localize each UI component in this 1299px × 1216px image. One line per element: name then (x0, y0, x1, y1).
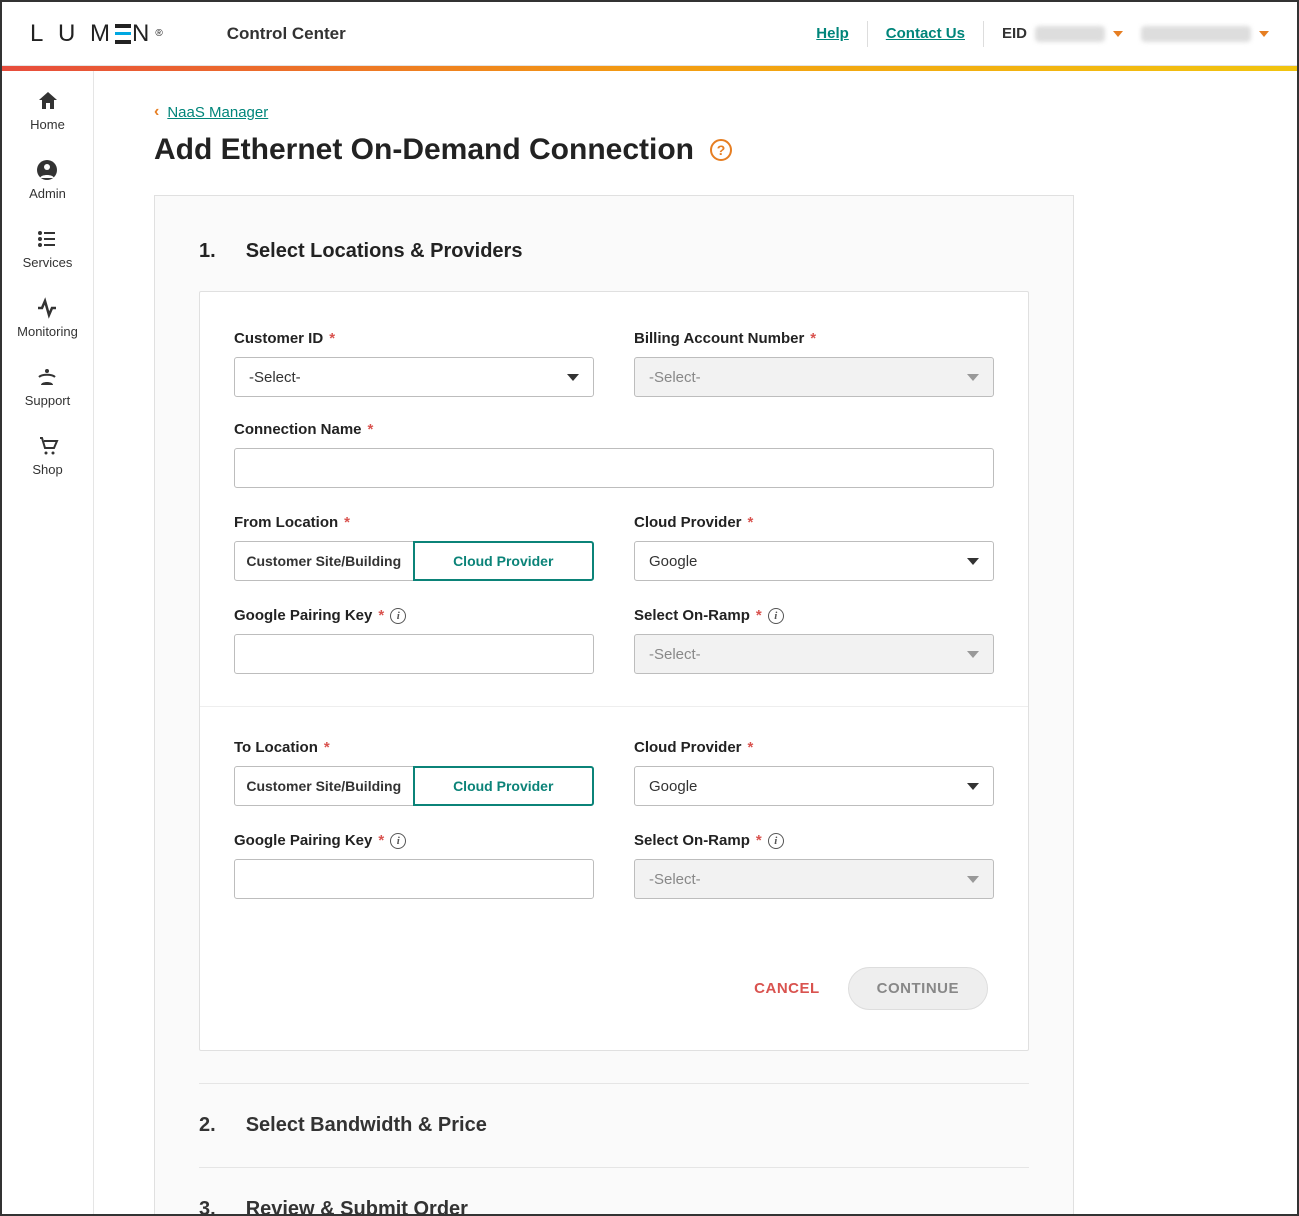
support-icon (35, 365, 59, 389)
header-actions: Help Contact Us EID (816, 21, 1269, 47)
to-cloud-provider-select[interactable]: Google (634, 766, 994, 806)
select-value: Google (649, 778, 697, 795)
brand-logo: L U MN® (30, 20, 167, 48)
from-location-label: From Location* (234, 514, 594, 531)
sidebar-item-admin[interactable]: Admin (29, 158, 66, 201)
chevron-down-icon (967, 783, 979, 790)
chevron-down-icon (1259, 31, 1269, 37)
sidebar-item-label: Admin (29, 186, 66, 201)
activity-icon (35, 296, 59, 320)
sidebar-item-label: Services (23, 255, 73, 270)
to-cloud-provider-option[interactable]: Cloud Provider (413, 766, 595, 806)
customer-id-label: Customer ID* (234, 330, 594, 347)
divider (983, 21, 984, 47)
sidebar: Home Admin Services Monitoring Support S… (2, 71, 94, 1214)
from-onramp-select: -Select- (634, 634, 994, 674)
section-divider (200, 706, 1028, 707)
customer-id-select[interactable]: -Select- (234, 357, 594, 397)
info-icon[interactable]: i (390, 833, 406, 849)
wizard-panel: 1. Select Locations & Providers Customer… (154, 195, 1074, 1214)
to-location-label: To Location* (234, 739, 594, 756)
sidebar-item-services[interactable]: Services (23, 227, 73, 270)
to-pairing-key-input[interactable] (234, 859, 594, 899)
sidebar-item-label: Shop (32, 462, 62, 477)
sidebar-item-shop[interactable]: Shop (32, 434, 62, 477)
step-number: 3. (199, 1198, 216, 1214)
chevron-left-icon: ‹ (154, 103, 159, 121)
account-value-redacted (1141, 26, 1251, 42)
step-2-header[interactable]: 2. Select Bandwidth & Price (199, 1083, 1029, 1167)
sidebar-item-label: Home (30, 117, 65, 132)
sidebar-item-monitoring[interactable]: Monitoring (17, 296, 78, 339)
step-1-card: Customer ID* -Select- Billing Account Nu… (199, 291, 1029, 1051)
ban-label: Billing Account Number* (634, 330, 994, 347)
contact-link[interactable]: Contact Us (886, 25, 965, 42)
app-title: Control Center (227, 24, 346, 44)
cart-icon (36, 434, 60, 458)
breadcrumb-back-link[interactable]: NaaS Manager (167, 104, 268, 121)
to-onramp-label: Select On-Ramp* i (634, 832, 994, 849)
select-value: -Select- (249, 369, 301, 386)
to-location-toggle: Customer Site/Building Cloud Provider (234, 766, 594, 806)
help-link[interactable]: Help (816, 25, 849, 42)
cancel-button[interactable]: CANCEL (754, 967, 820, 1010)
eid-value-redacted (1035, 26, 1105, 42)
chevron-down-icon (967, 876, 979, 883)
chevron-down-icon (967, 558, 979, 565)
eid-dropdown[interactable]: EID (1002, 25, 1123, 42)
chevron-down-icon (967, 651, 979, 658)
sidebar-item-label: Support (25, 393, 71, 408)
to-pairing-key-label: Google Pairing Key* i (234, 832, 594, 849)
chevron-down-icon (567, 374, 579, 381)
connection-name-label: Connection Name* (234, 421, 994, 438)
eid-label: EID (1002, 25, 1027, 42)
page-title: Add Ethernet On-Demand Connection (154, 133, 694, 167)
step-number: 2. (199, 1114, 216, 1137)
account-dropdown[interactable] (1141, 26, 1269, 42)
select-value: -Select- (649, 871, 701, 888)
list-icon (35, 227, 59, 251)
from-location-toggle: Customer Site/Building Cloud Provider (234, 541, 594, 581)
divider (867, 21, 868, 47)
help-icon[interactable]: ? (710, 139, 732, 161)
select-value: -Select- (649, 369, 701, 386)
step-title: Select Locations & Providers (246, 240, 523, 263)
sidebar-item-label: Monitoring (17, 324, 78, 339)
step-title: Review & Submit Order (246, 1198, 468, 1214)
from-customer-site-option[interactable]: Customer Site/Building (234, 541, 414, 581)
info-icon[interactable]: i (768, 608, 784, 624)
chevron-down-icon (967, 374, 979, 381)
header: L U MN® Control Center Help Contact Us E… (2, 2, 1297, 66)
breadcrumb: ‹ NaaS Manager (154, 103, 1297, 121)
to-onramp-select: -Select- (634, 859, 994, 899)
to-cloud-provider-label: Cloud Provider* (634, 739, 994, 756)
connection-name-input[interactable] (234, 448, 994, 488)
step-3-header[interactable]: 3. Review & Submit Order (199, 1167, 1029, 1214)
step-title: Select Bandwidth & Price (246, 1114, 487, 1137)
from-cloud-provider-option[interactable]: Cloud Provider (413, 541, 595, 581)
sidebar-item-home[interactable]: Home (30, 89, 65, 132)
from-cloud-provider-select[interactable]: Google (634, 541, 994, 581)
to-customer-site-option[interactable]: Customer Site/Building (234, 766, 414, 806)
select-value: -Select- (649, 646, 701, 663)
main-content: ‹ NaaS Manager Add Ethernet On-Demand Co… (94, 71, 1297, 1214)
step-1-header: 1. Select Locations & Providers (199, 240, 1029, 263)
info-icon[interactable]: i (768, 833, 784, 849)
user-icon (35, 158, 59, 182)
continue-button: CONTINUE (848, 967, 988, 1010)
from-pairing-key-label: Google Pairing Key* i (234, 607, 594, 624)
sidebar-item-support[interactable]: Support (25, 365, 71, 408)
from-onramp-label: Select On-Ramp* i (634, 607, 994, 624)
ban-select: -Select- (634, 357, 994, 397)
info-icon[interactable]: i (390, 608, 406, 624)
chevron-down-icon (1113, 31, 1123, 37)
step-number: 1. (199, 240, 216, 263)
select-value: Google (649, 553, 697, 570)
from-pairing-key-input[interactable] (234, 634, 594, 674)
home-icon (36, 89, 60, 113)
from-cloud-provider-label: Cloud Provider* (634, 514, 994, 531)
